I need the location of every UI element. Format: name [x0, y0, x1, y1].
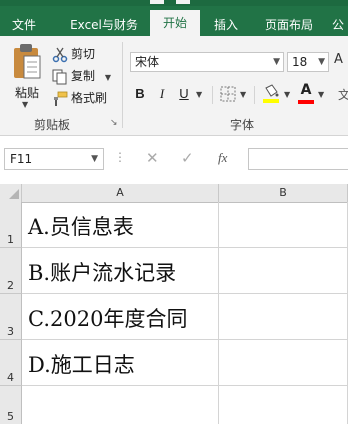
dialog-launcher-icon[interactable]: ↘ — [110, 118, 118, 128]
title-mark — [150, 0, 164, 4]
title-mark — [176, 0, 190, 4]
phonetic-icon[interactable]: 文 — [338, 86, 348, 103]
chevron-down-icon[interactable]: ▼ — [318, 90, 324, 99]
row-number: 1 — [7, 233, 14, 246]
chevron-down-icon: ▼ — [318, 57, 325, 67]
cell-b5[interactable] — [219, 386, 348, 424]
font-size-value: 18 — [292, 55, 308, 69]
ribbon: 粘贴 ▼ 剪切 复制 ▼ 格式刷 剪贴板 ↘ 宋体 ▼ 18 ▼ A B I U… — [0, 36, 348, 136]
copy-label: 复制 — [71, 69, 96, 83]
insert-function-button[interactable]: fx — [218, 150, 227, 166]
chevron-down-icon: ▼ — [104, 73, 111, 82]
chevron-down-icon: ▼ — [22, 100, 29, 109]
tab-excel-finance[interactable]: Excel与财务 — [60, 14, 148, 36]
tab-page-layout[interactable]: 页面布局 — [256, 14, 322, 36]
bold-button[interactable]: B — [132, 84, 148, 104]
chevron-down-icon[interactable]: ▼ — [284, 90, 290, 99]
button-divider — [254, 86, 255, 104]
formula-bar: F11 ▼ ⋮ ✕ ✓ fx — [0, 136, 348, 184]
cell-text: B.账户流水记录 — [28, 261, 177, 285]
font-group-label: 字体 — [230, 118, 255, 132]
font-name-combo[interactable]: 宋体 ▼ — [130, 52, 284, 72]
row-header[interactable]: 3 — [0, 294, 22, 340]
cell-b3[interactable] — [219, 294, 348, 340]
paste-icon — [14, 44, 41, 79]
select-all-corner[interactable] — [0, 184, 22, 202]
worksheet-grid: A B 1 A.员信息表 2 B.账户流水记录 3 C.2020年度合同 4 D… — [0, 184, 348, 424]
row-number: 4 — [7, 371, 14, 384]
font-name-value: 宋体 — [135, 55, 160, 69]
vertical-dots-icon: ⋮ — [114, 150, 126, 164]
cut-button[interactable]: 剪切 — [52, 44, 95, 64]
chevron-down-icon[interactable]: ▼ — [196, 90, 202, 99]
group-divider — [122, 42, 123, 128]
cell-a2[interactable]: B.账户流水记录 — [22, 248, 219, 294]
font-color-icon[interactable]: A — [298, 82, 314, 98]
select-all-icon — [9, 189, 19, 199]
column-header-a[interactable]: A — [22, 184, 219, 202]
column-header-b[interactable]: B — [219, 184, 348, 202]
cell-b1[interactable] — [219, 202, 348, 248]
font-color-swatch — [298, 100, 314, 104]
row-header[interactable]: 2 — [0, 248, 22, 294]
button-divider — [212, 86, 213, 104]
row-number: 5 — [7, 410, 14, 423]
clipboard-group-label: 剪贴板 — [34, 118, 71, 132]
ribbon-tab-bar: 文件 Excel与财务 开始 插入 页面布局 公 — [0, 0, 348, 36]
cell-a3[interactable]: C.2020年度合同 — [22, 294, 219, 340]
cut-label: 剪切 — [71, 47, 96, 61]
cell-a1[interactable]: A.员信息表 — [22, 202, 219, 248]
title-strip — [0, 0, 348, 6]
tab-formulas[interactable]: 公 — [328, 14, 348, 36]
font-grow-icon[interactable]: A — [334, 52, 343, 67]
formula-input[interactable] — [248, 148, 348, 170]
cell-text: D.施工日志 — [28, 353, 135, 377]
copy-button[interactable]: 复制 ▼ — [52, 66, 111, 86]
row-header[interactable]: 1 — [0, 202, 22, 248]
cell-b2[interactable] — [219, 248, 348, 294]
tab-home[interactable]: 开始 — [150, 10, 200, 36]
underline-button[interactable]: U — [176, 84, 192, 104]
cell-a5[interactable] — [22, 386, 219, 424]
enter-check-icon[interactable]: ✓ — [181, 149, 194, 167]
cell-b4[interactable] — [219, 340, 348, 386]
format-painter-label: 格式刷 — [71, 91, 108, 105]
cancel-icon[interactable]: ✕ — [146, 149, 159, 167]
cell-text: C.2020年度合同 — [28, 307, 188, 331]
scissors-icon — [52, 47, 68, 62]
cell-text: A.员信息表 — [28, 215, 134, 239]
font-size-combo[interactable]: 18 ▼ — [287, 52, 329, 72]
border-icon[interactable] — [220, 86, 236, 102]
paste-button[interactable]: 粘贴 ▼ — [8, 42, 46, 109]
chevron-down-icon[interactable]: ▼ — [240, 90, 246, 99]
cell-a4[interactable]: D.施工日志 — [22, 340, 219, 386]
chevron-down-icon: ▼ — [91, 154, 98, 164]
row-number: 3 — [7, 325, 14, 338]
name-box-value: F11 — [10, 152, 33, 166]
row-number: 2 — [7, 279, 14, 292]
italic-button[interactable]: I — [154, 84, 170, 104]
row-header[interactable]: 5 — [0, 386, 22, 424]
paste-label: 粘贴 — [14, 86, 39, 100]
column-header-bar: A B — [0, 184, 348, 203]
fill-color-icon[interactable] — [262, 84, 280, 104]
chevron-down-icon: ▼ — [273, 57, 280, 67]
tab-insert[interactable]: 插入 — [206, 14, 246, 36]
name-box[interactable]: F11 ▼ — [4, 148, 104, 170]
paintbrush-icon — [54, 91, 68, 106]
row-header[interactable]: 4 — [0, 340, 22, 386]
tab-file[interactable]: 文件 — [4, 14, 44, 36]
copy-icon — [52, 69, 67, 84]
format-painter-button[interactable]: 格式刷 — [52, 88, 107, 108]
